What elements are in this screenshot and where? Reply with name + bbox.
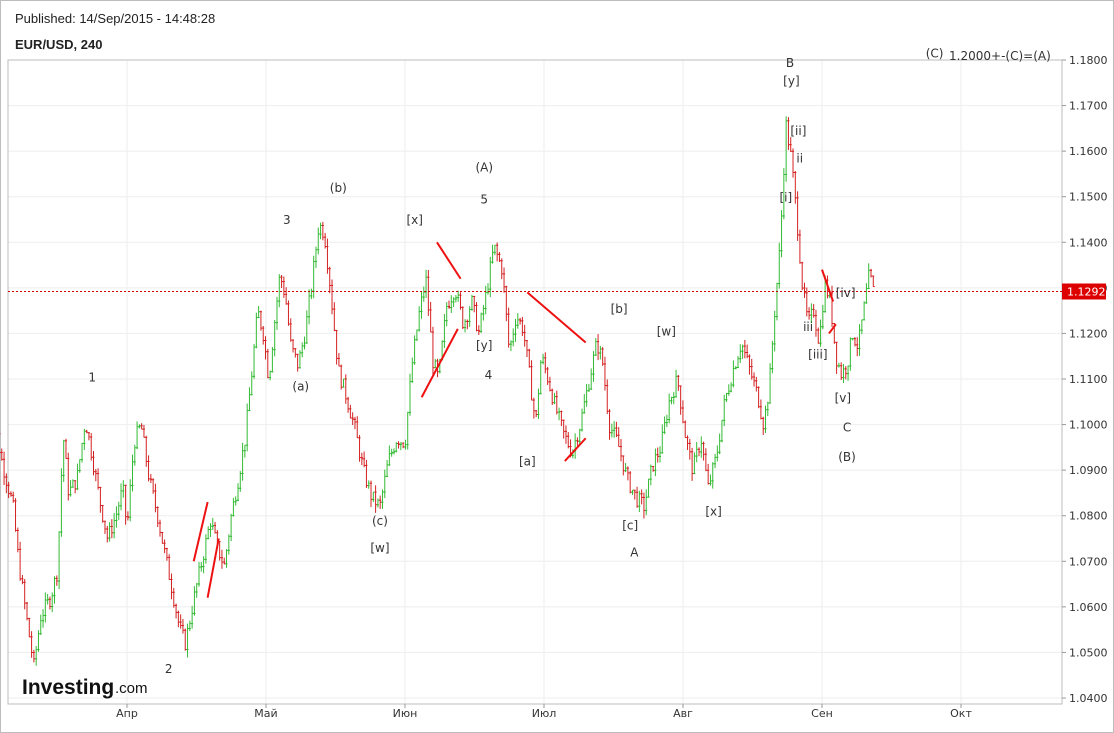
plot-frame <box>7 59 1063 705</box>
y-tick-label: 1.0500 <box>1069 646 1108 659</box>
y-tick-label: 1.1800 <box>1069 54 1108 67</box>
wave-label: [w] <box>657 325 676 339</box>
wave-label: [w] <box>370 541 389 555</box>
chart-grid <box>8 59 1062 704</box>
wave-label: [x] <box>705 505 721 519</box>
chart-frame <box>0 0 1114 733</box>
y-tick-label: 1.0800 <box>1069 510 1108 523</box>
wave-label: B <box>786 56 794 70</box>
wave-label: (c) <box>372 514 388 528</box>
wave-label: [a] <box>519 455 536 469</box>
x-tick-label: Авг <box>673 707 693 720</box>
wave-label: (A) <box>475 161 493 175</box>
x-tick-label: Сен <box>811 707 833 720</box>
candlestick-series <box>0 116 875 666</box>
trend-line <box>436 241 462 280</box>
wave-label: ii <box>796 152 803 166</box>
wave-label: 4 <box>485 368 493 382</box>
wave-label: (b) <box>330 181 347 195</box>
wave-label: (a) <box>292 379 309 393</box>
wave-label: 5 <box>480 193 488 207</box>
x-tick-label: Май <box>254 707 277 720</box>
x-tick-label: Апр <box>116 707 138 720</box>
trend-line <box>420 328 459 398</box>
wave-label: [v] <box>835 391 851 405</box>
current-price-badge: 1.1292 <box>1062 283 1106 300</box>
wave-label: [b] <box>611 302 628 316</box>
wave-label: [y] <box>783 74 799 88</box>
y-tick-label: 1.0400 <box>1069 692 1108 705</box>
wave-label: (C) <box>926 47 944 61</box>
y-tick-label: 1.0600 <box>1069 601 1108 614</box>
wave-label: [iii] <box>808 347 827 361</box>
logo-text: Investing <box>22 676 114 699</box>
wave-label: 2 <box>165 662 173 676</box>
wave-label: 1 <box>88 370 96 384</box>
current-price-label: 1.1292 <box>1067 286 1106 299</box>
x-tick-label: Окт <box>950 707 972 720</box>
logo-suffix: .com <box>115 680 148 697</box>
wave-label: [y] <box>476 338 492 352</box>
price-chart[interactable]: 1 2 3 (a) (b) (c) [w] [x] (A) 5 [y] 4 [a] [b] [c] A [w] [… <box>0 0 1114 733</box>
wave-label: 3 <box>283 213 291 227</box>
wave-label: [ii] <box>790 124 806 138</box>
x-tick-label: Июл <box>532 707 557 720</box>
wave-annotations: 1 2 3 (a) (b) (c) [w] [x] (A) 5 [y] 4 [a] [b] [c] A [w] [… <box>88 47 1050 676</box>
y-tick-label: 1.1400 <box>1069 236 1108 249</box>
y-tick-label: 1.0900 <box>1069 464 1108 477</box>
wave-label: 1.2000+-(C)=(A) <box>949 49 1051 63</box>
wave-label: [iv] <box>836 286 856 300</box>
y-tick-label: 1.1100 <box>1069 373 1108 386</box>
trend-line <box>206 538 220 598</box>
y-tick-label: 1.1700 <box>1069 100 1108 113</box>
y-tick-label: 1.1200 <box>1069 327 1108 340</box>
x-axis: Апр Май Июн Июл Авг Сен Окт <box>116 704 972 720</box>
wave-label: A <box>630 546 639 560</box>
wave-label: [x] <box>406 213 422 227</box>
wave-label: [c] <box>622 518 638 532</box>
y-tick-label: 1.1000 <box>1069 419 1108 432</box>
x-tick-label: Июн <box>393 707 418 720</box>
wave-label: C <box>843 420 851 434</box>
y-axis: 1.0400 1.0500 1.0600 1.0700 1.0800 1.0900 1.10… <box>1062 54 1108 705</box>
y-tick-label: 1.1500 <box>1069 191 1108 204</box>
wave-label: iii <box>803 320 813 334</box>
y-tick-label: 1.1600 <box>1069 145 1108 158</box>
wave-label: (B) <box>838 450 856 464</box>
wave-label: [i] <box>780 190 793 204</box>
trend-line <box>526 291 587 344</box>
trend-lines <box>192 241 837 598</box>
investing-logo: Investing .com <box>22 676 148 699</box>
y-tick-label: 1.0700 <box>1069 555 1108 568</box>
